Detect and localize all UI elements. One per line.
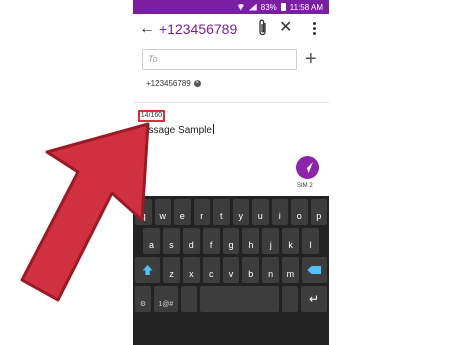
key-e[interactable]: e (174, 199, 191, 225)
key-x[interactable]: x (183, 257, 200, 283)
phone-screen: 83% 11:58 AM ← +123456789 ✕ To + +123456… (133, 0, 329, 345)
key-a[interactable]: a (143, 228, 160, 254)
key-c[interactable]: c (202, 257, 220, 283)
key-b[interactable]: b (242, 257, 260, 283)
recipient-chip[interactable]: +123456789 × (146, 79, 201, 88)
key-f[interactable]: f (202, 228, 220, 254)
key-t[interactable]: t (213, 199, 230, 225)
keyboard: q w e r t y u i o p a s d f g h j k l z (133, 196, 329, 345)
key-i[interactable]: i (271, 199, 288, 225)
clock: 11:58 AM (289, 2, 323, 12)
recipient-number: +123456789 (146, 79, 191, 88)
send-button[interactable] (296, 156, 319, 179)
back-arrow-icon[interactable]: ← (139, 19, 155, 39)
char-counter: 14/160 (138, 110, 165, 122)
key-w[interactable]: w (154, 199, 171, 225)
shift-key[interactable] (135, 257, 161, 283)
watermark-wiki: wiki (387, 325, 407, 339)
key-p[interactable]: p (310, 199, 327, 225)
key-y[interactable]: y (232, 199, 249, 225)
keyboard-row-2: a s d f g h j k l (135, 228, 327, 254)
keyboard-row-3: z x c v b n m (135, 257, 327, 283)
battery-percent: 83% (260, 2, 277, 12)
key-o[interactable]: o (291, 199, 308, 225)
key-h[interactable]: h (242, 228, 260, 254)
conversation-title: +123456789 (159, 21, 238, 37)
settings-key[interactable]: ⚙ (135, 286, 151, 312)
key-j[interactable]: j (262, 228, 280, 254)
status-bar: 83% 11:58 AM (133, 0, 329, 14)
delete-icon (307, 266, 322, 274)
chip-remove-icon[interactable]: × (193, 80, 201, 87)
symbols-key[interactable]: 1@# (153, 286, 178, 312)
divider (133, 102, 329, 103)
space-key[interactable] (199, 286, 280, 312)
enter-icon: ↵ (309, 292, 320, 306)
key-r[interactable]: r (193, 199, 210, 225)
send-icon (302, 162, 313, 173)
key-d[interactable]: d (182, 228, 200, 254)
key-v[interactable]: v (222, 257, 240, 283)
close-icon[interactable]: ✕ (279, 18, 292, 38)
delete-key[interactable] (301, 257, 327, 283)
message-input[interactable]: essage Sample (143, 124, 214, 136)
enter-key[interactable]: ↵ (301, 286, 327, 312)
key-l[interactable]: l (302, 228, 320, 254)
more-vert-icon[interactable] (313, 22, 316, 35)
settings-icon: ⚙ (139, 301, 147, 308)
text-cursor (212, 124, 214, 134)
key-n[interactable]: n (262, 257, 279, 283)
message-text: essage Sample (143, 125, 212, 136)
add-icon[interactable]: + (305, 49, 317, 69)
key-s[interactable]: s (162, 228, 180, 254)
keyboard-row-4: ⚙ 1@# ↵ (135, 286, 327, 312)
key-m[interactable]: m (281, 257, 299, 283)
wikihow-watermark: wikiHow (387, 325, 432, 339)
signal-icon (248, 3, 257, 11)
key-k[interactable]: k (282, 228, 300, 254)
sim-label: SIM 2 (297, 183, 313, 189)
shift-icon (142, 265, 153, 275)
key-z[interactable]: z (163, 257, 180, 283)
key-g[interactable]: g (222, 228, 240, 254)
to-field[interactable]: To (142, 49, 297, 70)
watermark-how: How (407, 325, 433, 339)
comma-key[interactable] (180, 286, 197, 312)
wifi-icon (236, 3, 245, 11)
key-u[interactable]: u (252, 199, 269, 225)
paperclip-icon[interactable] (257, 19, 269, 37)
battery-icon (280, 3, 286, 11)
period-key[interactable] (282, 286, 299, 312)
keyboard-row-1: q w e r t y u i o p (135, 199, 327, 225)
key-q[interactable]: q (135, 199, 152, 225)
app-bar: ← +123456789 ✕ (133, 14, 329, 44)
